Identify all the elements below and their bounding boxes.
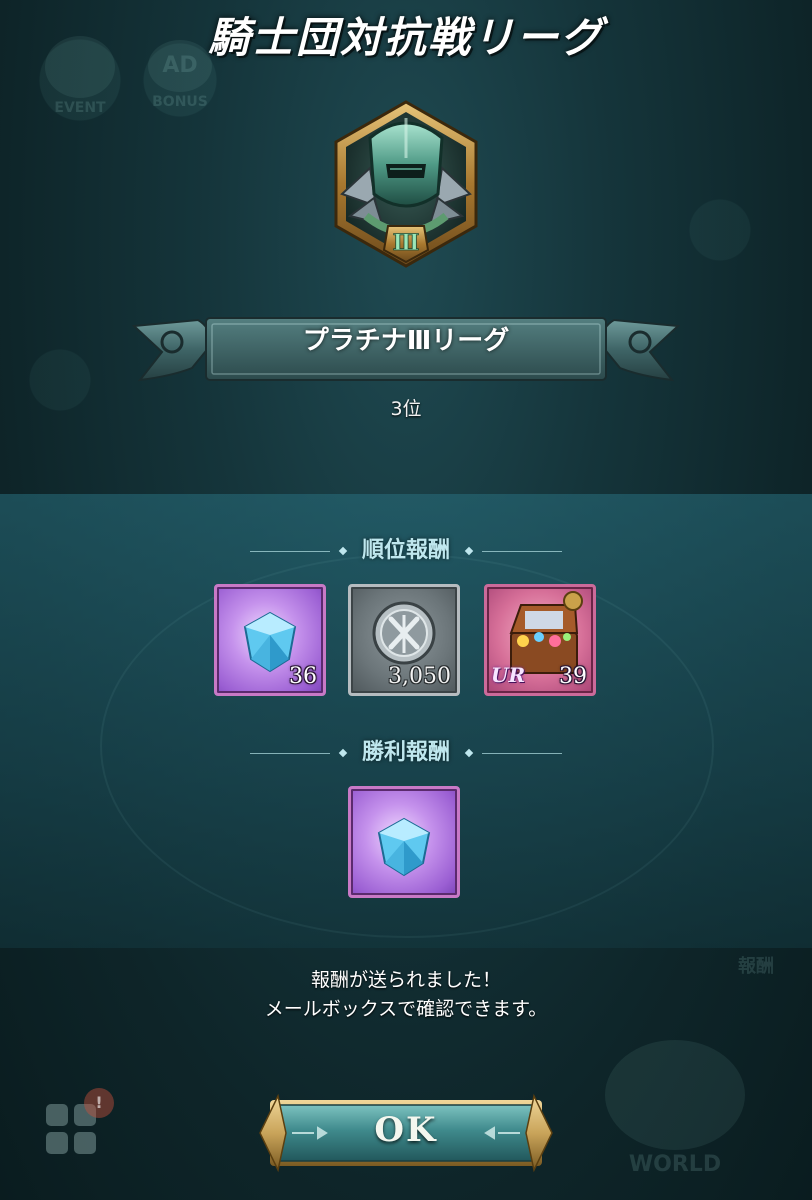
bg-world-label: WORLD [628, 1152, 722, 1177]
page-title: 騎士団対抗戦リーグ [207, 13, 604, 62]
diamond-icon [464, 748, 473, 758]
divider [481, 752, 562, 754]
win-rewards-heading: 勝利報酬 [361, 740, 450, 765]
diamond-icon [339, 546, 348, 556]
reward-quantity: 39 [559, 664, 587, 689]
bg-alert-icon: ! [84, 1088, 114, 1118]
league-rank: 3位 [390, 398, 422, 420]
knight-helmet-icon: Ⅲ [334, 100, 478, 268]
tier-numeral: Ⅲ [393, 230, 420, 256]
reward-message: 報酬が送られました！ メールボックスで確認できます。 [0, 966, 812, 1024]
reward-message-line1: 報酬が送られました！ [310, 969, 501, 991]
win-reward-item-gem[interactable] [348, 786, 460, 898]
reward-item-chest[interactable]: UR 39 [484, 584, 596, 696]
ok-button-label: OK [374, 1110, 438, 1150]
league-name: プラチナⅢリーグ [302, 326, 510, 356]
divider [250, 752, 331, 754]
blue-gem-icon [377, 817, 431, 877]
win-rewards-heading-row: 勝利報酬 [0, 734, 812, 766]
league-emblem: Ⅲ [330, 98, 482, 278]
divider [250, 550, 331, 552]
reward-item-gem[interactable]: 36 [214, 584, 326, 696]
league-result-screen: EVENT AD BONUS 報酬 WORLD ! 騎士団対抗戦リーグ Ⅲ プラ… [0, 0, 812, 1200]
divider [481, 550, 562, 552]
bg-world-icon: WORLD [590, 1040, 760, 1177]
rarity-badge: UR [491, 663, 526, 687]
diamond-icon [464, 546, 473, 556]
rank-rewards-heading-row: 順位報酬 [0, 532, 812, 564]
bg-bonus-label: BONUS [152, 94, 208, 110]
reward-quantity: 36 [289, 664, 317, 689]
diamond-icon [339, 748, 348, 758]
reward-quantity: 3,050 [388, 664, 451, 689]
reward-message-line2: メールボックスで確認できます。 [264, 998, 548, 1020]
reward-item-medal[interactable]: 3,050 [348, 584, 460, 696]
bg-event-label: EVENT [54, 100, 106, 116]
rank-rewards-heading: 順位報酬 [361, 538, 450, 563]
